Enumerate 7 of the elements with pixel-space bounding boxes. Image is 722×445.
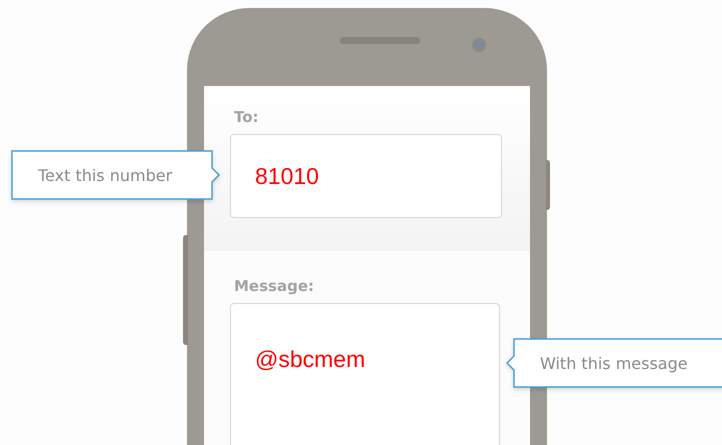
- input-field[interactable]: @sbcmem: [230, 303, 500, 445]
- input-field[interactable]: 81010: [230, 134, 502, 218]
- callout: Text this number: [11, 150, 220, 200]
- callout: With this message: [506, 338, 722, 388]
- camera-icon: [472, 38, 486, 52]
- field-label: To:: [234, 108, 259, 126]
- field-label: Message:: [234, 277, 314, 295]
